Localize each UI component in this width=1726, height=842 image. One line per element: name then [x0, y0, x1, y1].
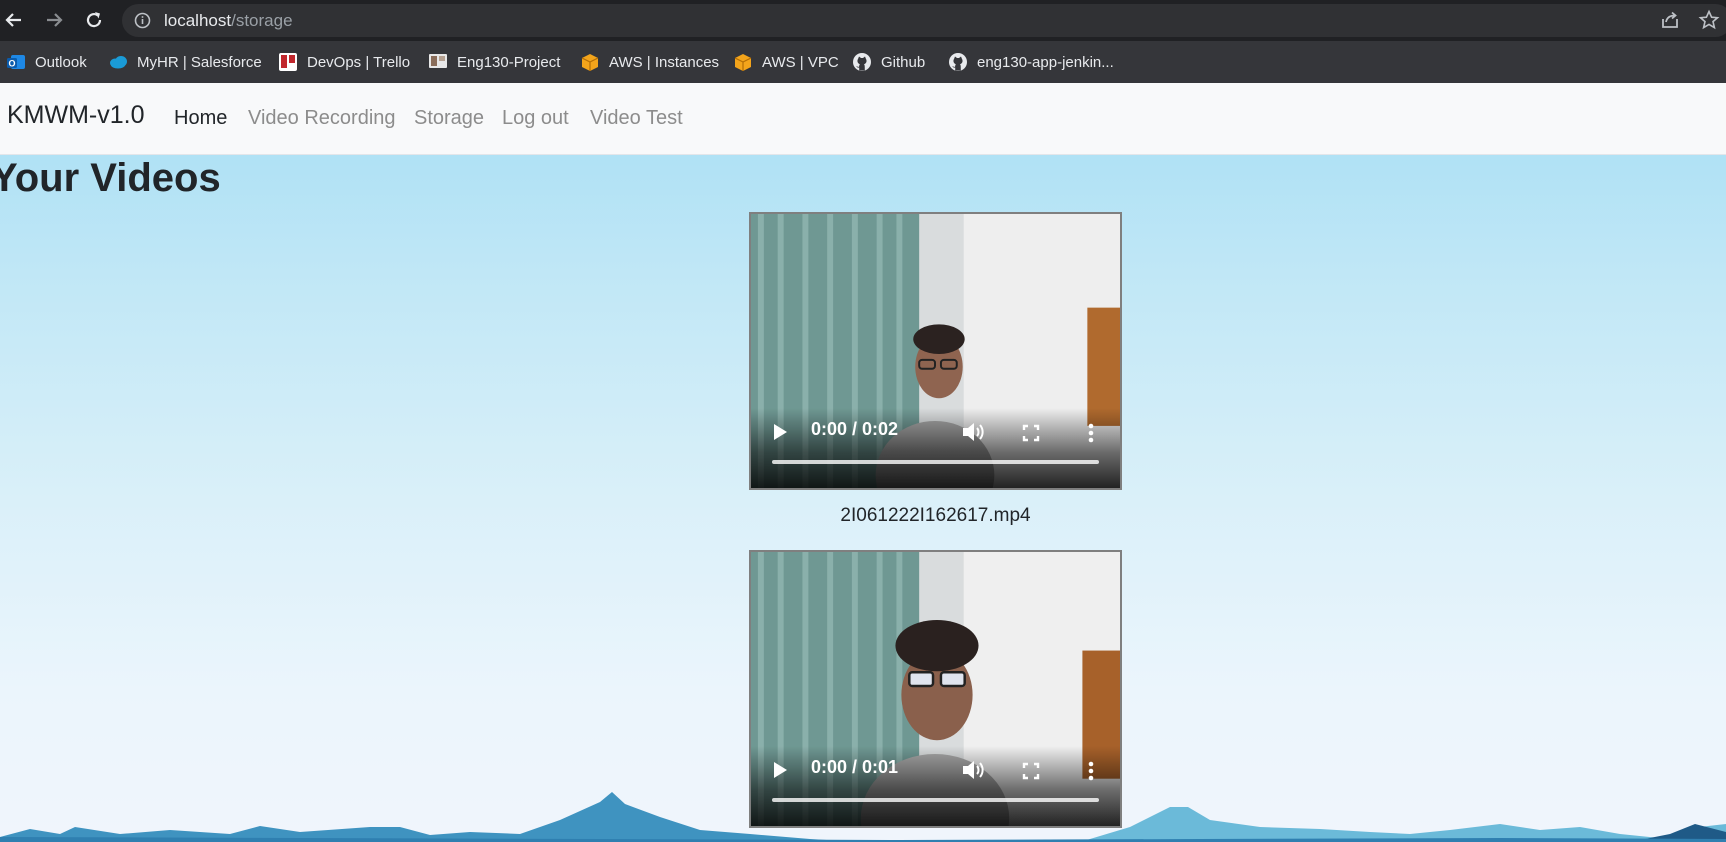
nav-link-home[interactable]: Home [174, 107, 227, 130]
forward-button[interactable] [40, 6, 68, 34]
back-button[interactable] [0, 6, 28, 34]
url-host: localhost [164, 11, 232, 30]
video-filename: 2I061222I162617.mp4 [840, 505, 1031, 526]
bookmark-github[interactable]: Github [852, 50, 925, 74]
more-options-icon[interactable] [1088, 423, 1094, 443]
bookmark-outlook[interactable]: O Outlook [6, 50, 87, 74]
nav-link-storage[interactable]: Storage [414, 107, 484, 130]
address-bar[interactable]: localhost/storage [122, 4, 1726, 37]
bookmark-label: Outlook [35, 53, 87, 71]
page-content: KMWM-v1.0 Home Video Recording Storage L… [0, 83, 1726, 842]
bookmark-label: AWS | VPC [762, 53, 839, 71]
mountain-background [0, 792, 1726, 842]
bookmark-label: DevOps | Trello [307, 53, 411, 71]
bookmark-star-icon[interactable] [1698, 9, 1720, 31]
page-title: Your Videos [0, 156, 221, 200]
bookmark-eng130-project[interactable]: Eng130-Project [428, 50, 560, 74]
bookmark-label: MyHR | Salesforce [137, 53, 262, 71]
browser-toolbar: localhost/storage [0, 0, 1726, 41]
info-icon[interactable] [134, 12, 151, 29]
play-icon[interactable] [771, 422, 789, 442]
navbar-brand[interactable]: KMWM-v1.0 [7, 101, 145, 130]
trello-icon [278, 52, 298, 72]
video-controls: 0:00 / 0:02 [751, 408, 1120, 488]
svg-text:O: O [8, 59, 15, 69]
aws-box-icon [733, 52, 753, 72]
arrow-left-icon [5, 13, 21, 27]
nav-link-log-out[interactable]: Log out [502, 107, 569, 130]
bookmark-aws-vpc[interactable]: AWS | VPC [733, 50, 839, 74]
video-player[interactable]: 0:00 / 0:02 [749, 212, 1122, 490]
github-icon [948, 52, 968, 72]
bookmark-label: Eng130-Project [457, 53, 561, 71]
video-time: 0:00 / 0:02 [811, 419, 899, 439]
bookmark-label: eng130-app-jenkin... [977, 53, 1114, 71]
github-icon [852, 52, 872, 72]
aws-box-icon [580, 52, 600, 72]
share-icon[interactable] [1659, 9, 1681, 31]
bookmarks-bar: O Outlook MyHR | Salesforce DevOps | Tre… [0, 41, 1726, 83]
arrow-right-icon [47, 13, 63, 27]
volume-icon[interactable] [961, 421, 985, 443]
reload-button[interactable] [80, 6, 108, 34]
fullscreen-icon[interactable] [1022, 424, 1040, 442]
nav-link-video-recording[interactable]: Video Recording [248, 107, 396, 130]
reload-icon [86, 12, 102, 28]
video-progress-bar[interactable] [772, 460, 1099, 464]
salesforce-cloud-icon [108, 52, 128, 72]
bookmark-label: Github [881, 53, 926, 71]
url-text: localhost/storage [164, 4, 293, 37]
bookmark-eng130-app-jenkins[interactable]: eng130-app-jenkin... [948, 50, 1114, 74]
bookmark-myhr-salesforce[interactable]: MyHR | Salesforce [108, 50, 262, 74]
nav-link-video-test[interactable]: Video Test [590, 107, 683, 130]
url-path: /storage [231, 11, 293, 30]
bookmark-label: AWS | Instances [609, 53, 720, 71]
bookmark-aws-instances[interactable]: AWS | Instances [580, 50, 719, 74]
navbar: KMWM-v1.0 Home Video Recording Storage L… [0, 83, 1726, 155]
outlook-icon: O [6, 52, 26, 72]
bookmark-devops-trello[interactable]: DevOps | Trello [278, 50, 410, 74]
project-icon [428, 52, 448, 72]
